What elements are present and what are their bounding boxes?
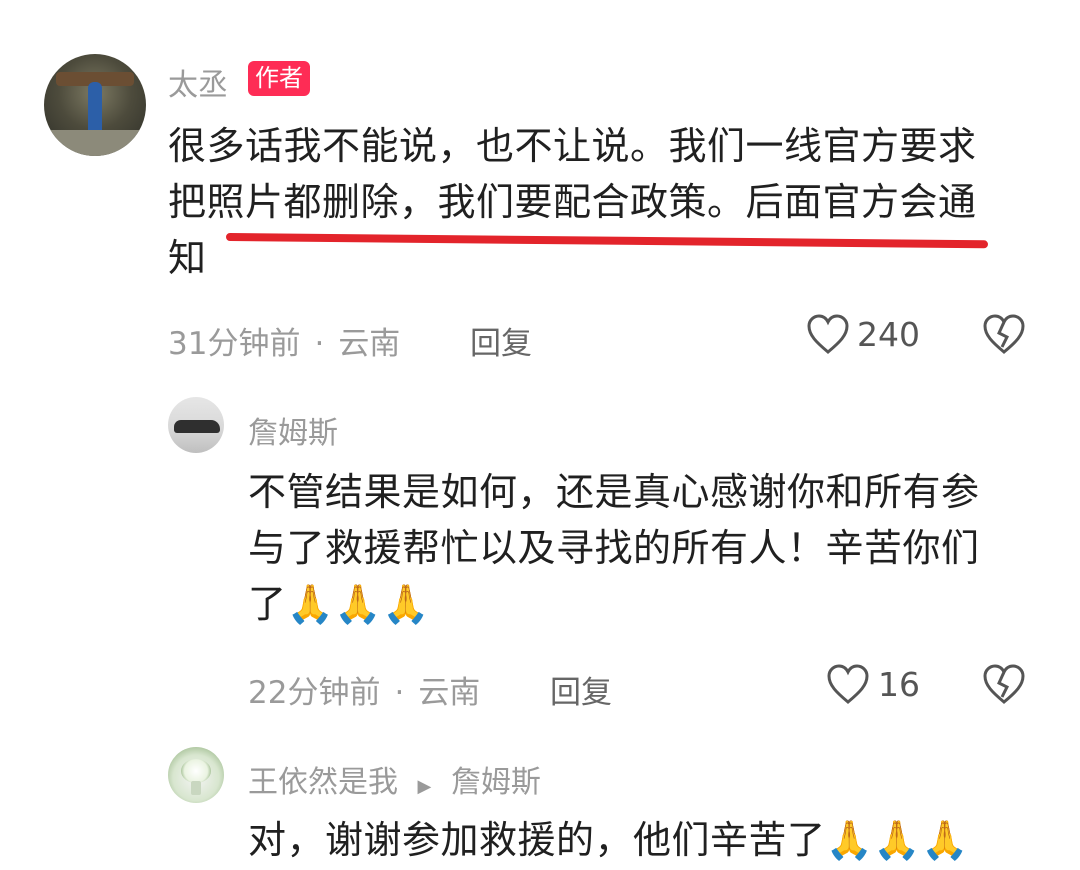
heart-outline-icon [807,314,849,354]
avatar[interactable] [168,747,224,803]
reply-to-name[interactable]: 詹姆斯 [451,765,541,800]
reply-line: 与了救援帮忙以及寻找的所有人！辛苦你们 [248,526,980,570]
author-badge: 作者 [248,61,310,96]
reply-time: 22分钟前 [248,675,381,711]
like-count: 16 [878,665,920,704]
reply-author-name[interactable]: 王依然是我 [248,765,398,800]
dislike-button[interactable] [982,664,1026,706]
reply-button[interactable]: 回复 [550,667,612,712]
triangle-right-icon: ▶ [417,776,432,797]
avatar[interactable] [168,397,224,453]
like-count: 240 [857,315,920,354]
avatar[interactable] [44,54,146,156]
comment-text: 很多话我不能说，也不让说。我们一线官方要求 把照片都删除，我们要配合政策。后面官… [168,118,1048,286]
like-button[interactable] [826,664,870,706]
reply-text: 不管结果是如何，还是真心感谢你和所有参 与了救援帮忙以及寻找的所有人！辛苦你们 … [248,464,1048,632]
reply-location: 云南 [418,675,481,711]
previous-comment-actions [884,0,1024,14]
comment-time: 31分钟前 [168,326,301,362]
comment-author[interactable]: 太丞 [168,60,228,104]
dislike-button[interactable] [982,314,1026,356]
reply-line: 了🙏🙏🙏 [248,582,430,626]
reply-author: 王依然是我 ▶ 詹姆斯 [248,757,541,801]
comment-location: 云南 [338,326,401,362]
reply-line: 不管结果是如何，还是真心感谢你和所有参 [248,470,980,514]
previous-like-icon [884,0,1024,10]
broken-heart-icon [983,664,1025,704]
reply-author[interactable]: 詹姆斯 [248,408,338,452]
heart-outline-icon [827,664,869,704]
comment-line: 很多话我不能说，也不让说。我们一线官方要求 [168,124,977,168]
broken-heart-icon [983,314,1025,354]
reply-button[interactable]: 回复 [470,318,532,363]
reply-meta: 22分钟前 · 云南 [248,675,481,711]
comment-line: 把照片都删除，我们要配合政策。后面官方会通 [168,180,977,224]
reply-text: 对，谢谢参加救援的，他们辛苦了🙏🙏🙏 [248,818,969,862]
like-button[interactable] [806,314,850,356]
comment-meta: 31分钟前 · 云南 [168,326,401,362]
